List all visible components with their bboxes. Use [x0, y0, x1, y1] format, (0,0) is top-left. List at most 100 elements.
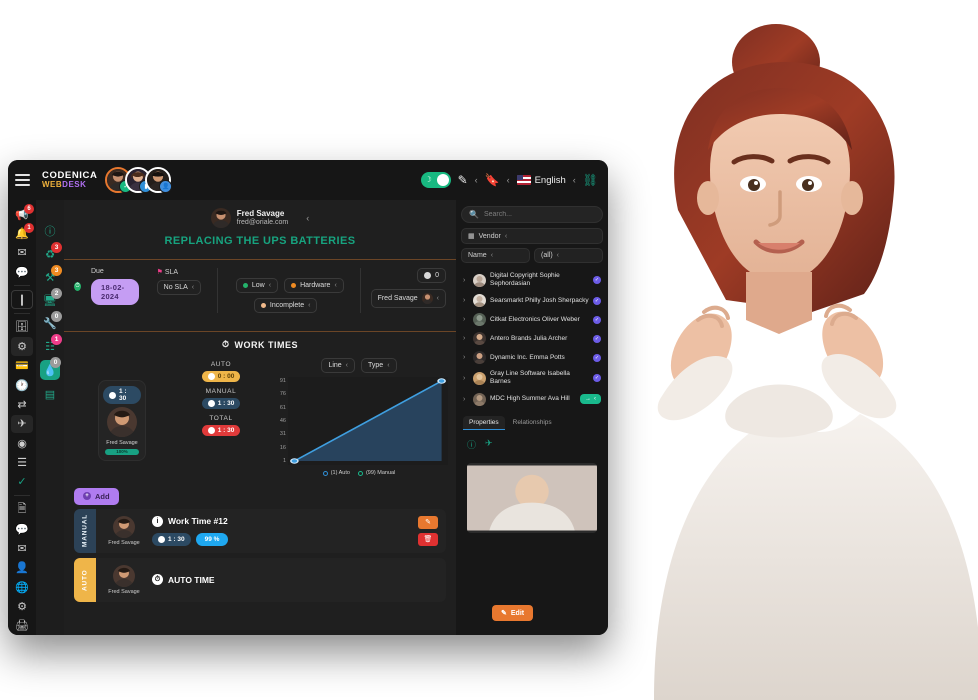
person-avatar-image [107, 407, 137, 437]
rail-item-envelope[interactable]: ✉ [11, 539, 33, 557]
rail-item-target[interactable]: ◉ [11, 434, 33, 452]
work-time-row[interactable]: AUTO Fred Savage ⏱ AUTO TIME [74, 557, 446, 602]
rail-item-chat[interactable]: 💬 [11, 263, 33, 281]
rail2-item-drop[interactable]: 💧 0 [40, 357, 61, 380]
chevron-right-icon[interactable]: › [463, 316, 469, 323]
y-tick: 91 [279, 378, 286, 384]
sla-value[interactable]: No SLA ‹ [156, 280, 202, 295]
chart-canvas [288, 377, 448, 465]
pencil-icon: ✎ [501, 610, 507, 617]
clock-icon [109, 391, 116, 399]
rail-item-mail[interactable]: ✉ [11, 244, 33, 262]
chevron-left-icon[interactable]: ‹ [306, 213, 309, 223]
due-date-value[interactable]: 18-02-2024 [90, 279, 139, 305]
rail-item-print[interactable]: 🖨 [11, 617, 33, 635]
rail-item-card[interactable]: 💳 [11, 357, 33, 375]
bookmark-icon[interactable]: 🔖 [485, 174, 500, 186]
chevron-right-icon[interactable]: › [463, 297, 469, 304]
archive-icon: 🗄 [15, 321, 29, 334]
chevron-left-icon: ‹ [504, 232, 508, 240]
list-avatar-image [473, 371, 486, 385]
rail2-item-grid[interactable]: ☷ 1 [39, 334, 62, 355]
chart-type-selector[interactable]: Type ‹ [361, 358, 397, 373]
chip-status[interactable]: Incomplete ‹ [253, 298, 318, 313]
chip-priority[interactable]: Low ‹ [235, 278, 279, 293]
rail2-item-wrench[interactable]: 🔧 0 [39, 311, 62, 332]
tab-relationships[interactable]: Relationships [507, 416, 558, 430]
watch-counter[interactable]: 0 [417, 268, 446, 283]
rail-item-clock[interactable]: 🕐 [11, 376, 33, 394]
legend-label: (99) Manual [365, 470, 396, 476]
chip-category[interactable]: Hardware ‹ [284, 278, 344, 293]
chevron-right-icon[interactable]: › [463, 354, 469, 361]
rail-item-announcements[interactable]: 📢 6 [11, 204, 34, 223]
chevron-right-icon[interactable]: › [463, 375, 469, 382]
user-icon: 👤 [15, 562, 29, 575]
rail-item-checks[interactable]: ✓ [11, 473, 33, 491]
chevron-right-icon[interactable]: › [463, 335, 469, 342]
work-time-row[interactable]: MANUAL Fred Savage i Work Time #12 1: 3… [74, 508, 446, 553]
info-icon[interactable]: ⓘ [467, 438, 476, 451]
hamburger-icon[interactable] [8, 160, 36, 200]
list-avatar [473, 294, 486, 308]
chart-line-selector[interactable]: Line ‹ [321, 358, 356, 373]
rail-item-comment[interactable]: 💬 [11, 520, 33, 538]
info-badge-icon: ⓘ [44, 226, 56, 238]
assignee-chip[interactable]: Fred Savage ‹ [370, 289, 446, 308]
rail-item-globe[interactable]: 🌐 [11, 578, 33, 596]
rail-item-archive[interactable]: 🗄 [11, 318, 33, 336]
rail2-item-info[interactable]: ⓘ [39, 222, 61, 240]
name-filter[interactable]: Name ‹ [461, 248, 530, 263]
chevron-right-icon[interactable]: › [463, 396, 469, 403]
us-flag-icon [516, 175, 531, 185]
rail2-item-device[interactable]: 🖥 2 [39, 288, 62, 309]
row-content: Fred Savage i Work Time #12 1 : 30 99 % … [96, 509, 446, 553]
rail-item-info[interactable]: ❙ [11, 290, 33, 309]
rail-item-list[interactable]: ☰ [11, 453, 33, 471]
brush-icon[interactable]: ✎ [458, 174, 468, 186]
chevron-left-icon[interactable]: ‹ [475, 175, 478, 185]
chart-plot-area: 91 76 61 46 31 16 1 [270, 377, 448, 465]
add-work-time-button[interactable]: + Add [74, 487, 119, 505]
total-value: 1 : 30 [217, 427, 235, 434]
owner-avatar-image [210, 208, 231, 228]
rail2-item-layers[interactable]: ▤ [39, 385, 61, 403]
edit-row-button[interactable]: ✎ [418, 515, 438, 529]
rail2-item-tools[interactable]: ⚒ 3 [39, 265, 62, 286]
row-title-line: ⏱ AUTO TIME [152, 574, 438, 585]
rail-item-transfer[interactable]: ⇄ [11, 395, 33, 413]
print-icon: 🖨 [15, 620, 29, 633]
rail2-item-link[interactable]: ♻ 3 [39, 242, 62, 263]
rail-item-send[interactable]: ✈ [11, 414, 33, 433]
eye-icon [424, 272, 432, 279]
card-icon: 💳 [15, 360, 29, 373]
toggle-knob [436, 174, 449, 186]
y-tick: 31 [279, 431, 286, 438]
auto-value: 0 : 00 [217, 373, 235, 380]
moon-icon: ☽ [424, 175, 432, 184]
chevron-left-icon[interactable]: ‹ [507, 175, 510, 185]
ticket-icon: ⚙ [17, 340, 27, 353]
comment-icon: 💬 [15, 523, 29, 536]
globe-icon: 🌐 [15, 581, 29, 594]
rail-item-notifications[interactable]: 🔔 1 [11, 223, 34, 242]
avatar[interactable]: 👤 [145, 167, 173, 193]
tab-properties[interactable]: Properties [463, 415, 505, 430]
theme-toggle[interactable]: ☽ [420, 172, 451, 188]
chevron-right-icon[interactable]: › [463, 277, 469, 284]
chart-point-end [437, 378, 446, 384]
edit-button[interactable]: ✎ Edit [492, 605, 534, 621]
settings-icon: ⚙ [17, 601, 27, 614]
list-icon: ☰ [17, 456, 27, 469]
rail-item-user[interactable]: 👤 [11, 559, 33, 577]
list-avatar [473, 351, 486, 365]
send-icon[interactable]: ✈ [485, 438, 493, 451]
chevron-left-icon: ‹ [490, 252, 494, 259]
row-title: AUTO TIME [168, 574, 215, 585]
delete-row-button[interactable]: 🗑 [418, 532, 438, 546]
person-card[interactable]: 1 : 30 Fred Savage 100% [98, 380, 146, 461]
rail-item-settings[interactable]: ⚙ [11, 597, 33, 615]
y-tick: 76 [279, 391, 286, 398]
rail-item-ticket[interactable]: ⚙ [11, 337, 33, 356]
rail-item-document[interactable]: 🗎 [11, 500, 33, 519]
